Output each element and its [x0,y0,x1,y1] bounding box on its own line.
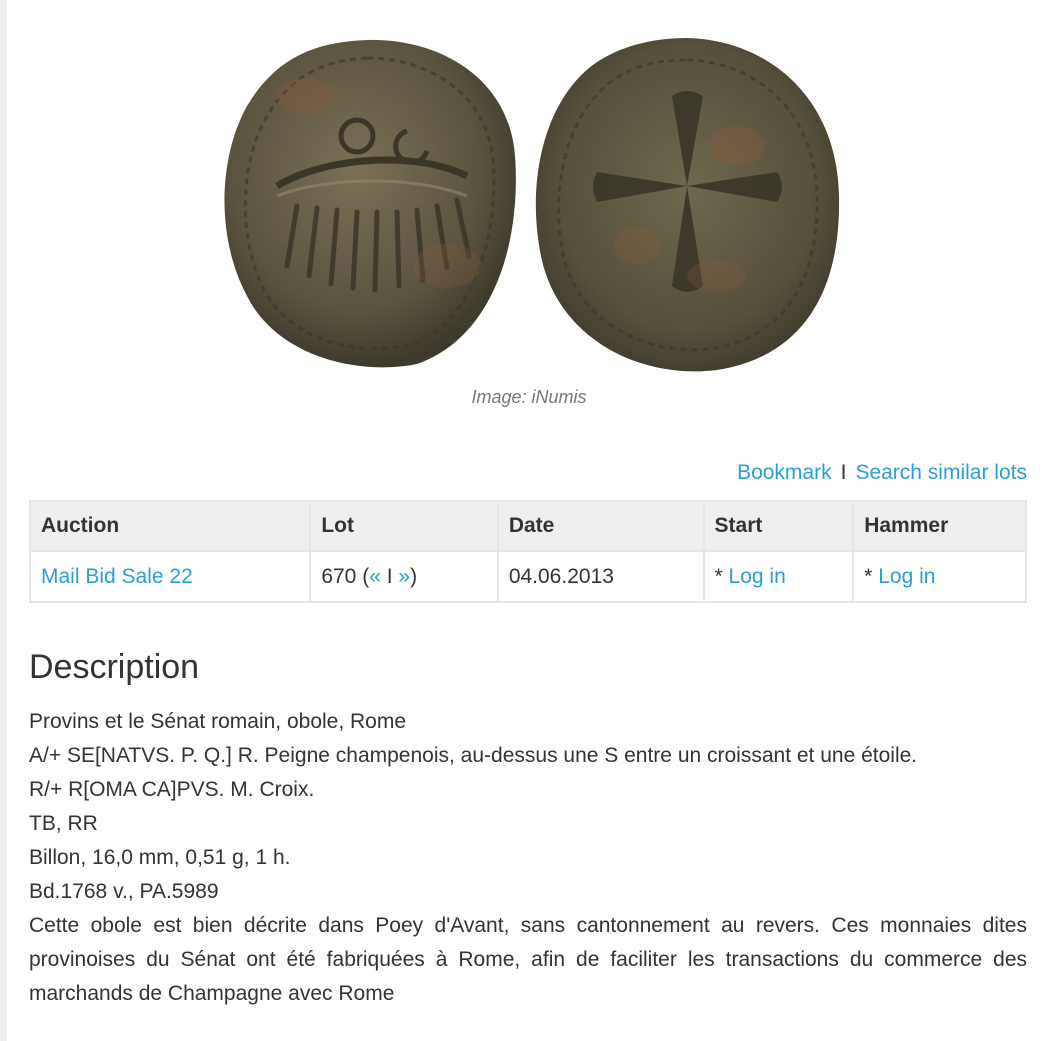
lot-paren-close: ) [410,564,418,588]
header-start: Start [702,500,855,552]
description-body: Provins et le Sénat romain, obole, Rome … [29,705,1027,1011]
lot-paren-open: ( [356,564,370,588]
description-line: R/+ R[OMA CA]PVS. M. Croix. [29,778,315,801]
search-similar-link[interactable]: Search similar lots [855,461,1027,484]
cell-auction: Mail Bid Sale 22 [28,550,312,603]
header-hammer: Hammer [852,500,1027,552]
header-auction: Auction [28,500,312,552]
cell-date: 04.06.2013 [496,550,705,603]
start-asterisk: * [714,564,729,588]
image-caption: Image: iNumis [471,387,587,407]
cell-hammer: * Log in [852,550,1027,603]
hammer-login-link[interactable]: Log in [878,565,935,588]
description-line: A/+ SE[NATVS. P. Q.] R. Peigne champenoi… [29,744,918,767]
lot-actions: Bookmark I Search similar lots [737,461,1027,485]
lot-number: 670 [321,564,357,588]
table-header-row: Auction Lot Date Start Hammer [28,500,1027,552]
description-line: Provins et le Sénat romain, obole, Rome [29,710,407,733]
action-separator: I [840,461,847,484]
cell-start: * Log in [702,550,855,603]
bookmark-link[interactable]: Bookmark [737,461,832,484]
previous-lot-link[interactable]: « [369,565,381,588]
hammer-asterisk: * [864,564,879,588]
auction-link[interactable]: Mail Bid Sale 22 [41,565,193,588]
next-lot-link[interactable]: » [398,565,410,588]
coin-obverse [224,39,516,368]
header-date: Date [496,500,705,552]
table-row: Mail Bid Sale 22 670 (« I ») 04.06.2013 … [28,550,1027,603]
coin-reverse [535,38,840,372]
description-line: Bd.1768 v., PA.5989 [29,880,219,903]
coin-image[interactable] [217,36,841,376]
description-heading: Description [29,648,200,686]
left-border [0,0,7,1041]
description-line: TB, RR [29,812,98,835]
header-lot: Lot [309,500,499,552]
lot-nav-separator: I [380,564,399,588]
cell-lot: 670 (« I ») [309,550,499,603]
start-login-link[interactable]: Log in [729,565,786,588]
lot-table: Auction Lot Date Start Hammer Mail Bid S… [28,500,1027,603]
description-line: Billon, 16,0 mm, 0,51 g, 1 h. [29,846,291,869]
description-paragraph: Cette obole est bien décrite dans Poey d… [29,914,1027,1005]
